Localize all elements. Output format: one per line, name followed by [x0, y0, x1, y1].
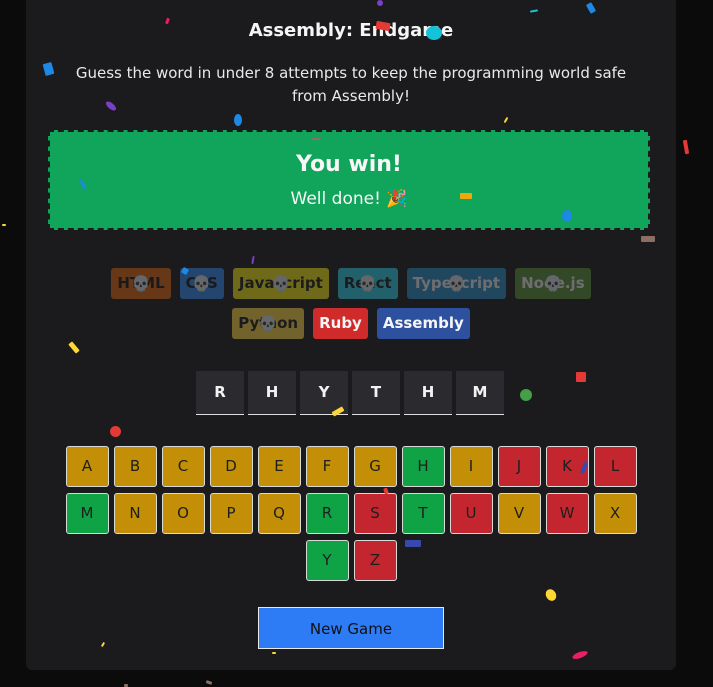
key-q[interactable]: Q: [257, 493, 301, 534]
key-o[interactable]: O: [161, 493, 205, 534]
game-instructions: Guess the word in under 8 attempts to ke…: [75, 64, 627, 105]
skull-icon: 💀: [131, 274, 151, 292]
confetti-piece: [205, 680, 213, 685]
key-a[interactable]: A: [65, 446, 109, 487]
key-f[interactable]: F: [305, 446, 349, 487]
key-j[interactable]: J: [497, 446, 541, 487]
key-l[interactable]: L: [593, 446, 637, 487]
key-i[interactable]: I: [449, 446, 493, 487]
language-chip-javascript: Javascript 💀: [232, 268, 329, 299]
status-message: Well done! 🎉: [290, 189, 408, 209]
word-letter: T: [352, 371, 400, 415]
key-m[interactable]: M: [65, 493, 109, 534]
key-n[interactable]: N: [113, 493, 157, 534]
language-chip-css: CSS 💀: [179, 268, 224, 299]
word-letter: Y: [300, 371, 348, 415]
key-u[interactable]: U: [449, 493, 493, 534]
language-chip-react: React 💀: [337, 268, 398, 299]
key-e[interactable]: E: [257, 446, 301, 487]
word-letter: R: [196, 371, 244, 415]
key-z[interactable]: Z: [353, 540, 397, 581]
word-letter: H: [404, 371, 452, 415]
key-v[interactable]: V: [497, 493, 541, 534]
key-k[interactable]: K: [545, 446, 589, 487]
key-t[interactable]: T: [401, 493, 445, 534]
key-g[interactable]: G: [353, 446, 397, 487]
keyboard: ABCDEFGHIJKL MNOPQRSTUVWX YZ: [52, 446, 650, 581]
key-w[interactable]: W: [545, 493, 589, 534]
skull-icon: 💀: [258, 314, 278, 332]
key-d[interactable]: D: [209, 446, 253, 487]
key-p[interactable]: P: [209, 493, 253, 534]
key-h[interactable]: H: [401, 446, 445, 487]
key-b[interactable]: B: [113, 446, 157, 487]
new-game-button[interactable]: New Game: [258, 607, 444, 649]
confetti-piece: [682, 139, 690, 155]
word-letter: M: [456, 371, 504, 415]
game-status-banner: You win! Well done! 🎉: [48, 130, 650, 230]
key-s[interactable]: S: [353, 493, 397, 534]
language-chip-html: HTML 💀: [111, 268, 171, 299]
confetti-piece: [2, 224, 6, 226]
game-panel: Assembly: Endgame Guess the word in unde…: [26, 0, 676, 670]
skull-icon: 💀: [358, 274, 378, 292]
key-c[interactable]: C: [161, 446, 205, 487]
language-chip-ruby: Ruby: [313, 308, 368, 339]
skull-icon: 💀: [192, 274, 212, 292]
key-y[interactable]: Y: [305, 540, 349, 581]
word-display: RHYTHM: [196, 371, 504, 415]
page-title: Assembly: Endgame: [248, 20, 454, 41]
language-chip-label: Ruby: [319, 314, 362, 332]
status-heading: You win!: [296, 152, 402, 177]
skull-icon: 💀: [543, 274, 563, 292]
language-chip-nodejs: Node.js 💀: [515, 268, 591, 299]
key-x[interactable]: X: [593, 493, 637, 534]
skull-icon: 💀: [271, 274, 291, 292]
language-chip-label: Assembly: [382, 314, 464, 332]
skull-icon: 💀: [447, 274, 466, 292]
word-letter: H: [248, 371, 296, 415]
language-chip-typescript: Typescript 💀: [406, 268, 507, 299]
key-r[interactable]: R: [305, 493, 349, 534]
app-stage: Assembly: Endgame Guess the word in unde…: [0, 0, 713, 687]
language-chip-python: Python 💀: [232, 308, 305, 339]
language-chip-assembly: Assembly: [376, 308, 470, 339]
language-chips: HTML 💀 CSS 💀 Javascript 💀 React 💀 Typescript 💀 Nod…: [86, 268, 616, 339]
